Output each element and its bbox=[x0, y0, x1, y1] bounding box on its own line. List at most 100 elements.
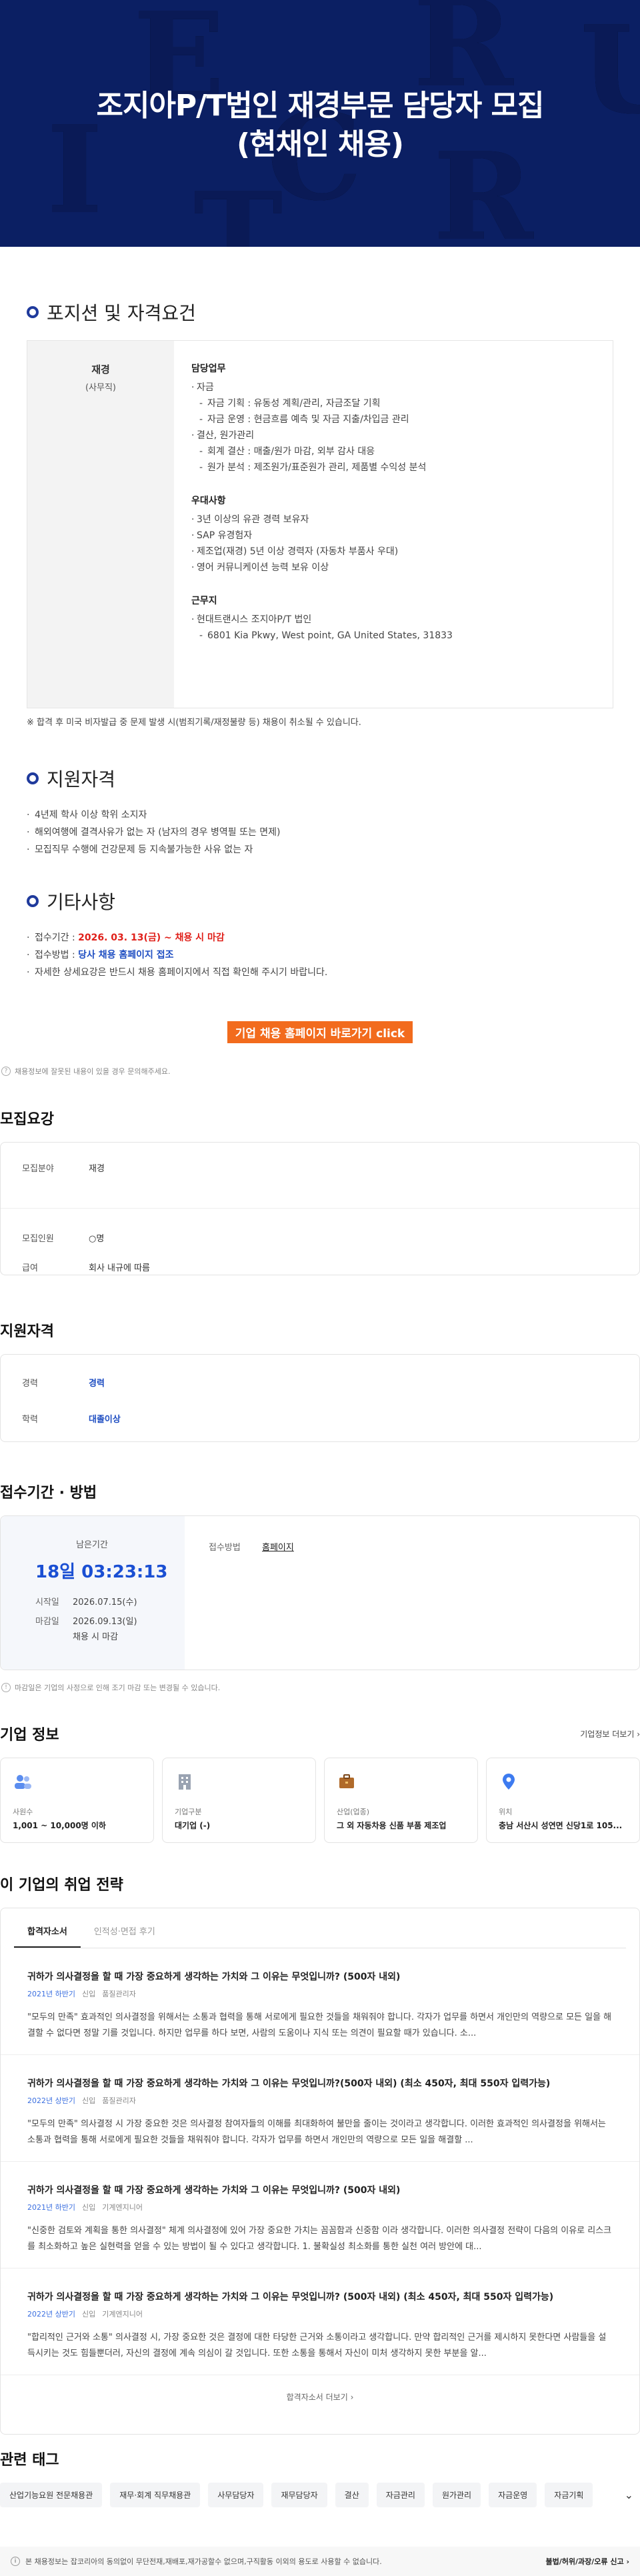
list-item: 현대트랜시스 조지아P/T 법인 bbox=[191, 612, 595, 628]
essay-type: 신입 bbox=[81, 2203, 96, 2212]
list-item: SAP 유경험자 bbox=[191, 528, 595, 544]
essay-answer: "모두의 만족" 효과적인 의사결정을 위해서는 소통과 협력을 통해 서로에게… bbox=[27, 2012, 612, 2038]
list-item: 결산, 원가관리 bbox=[191, 428, 595, 444]
summary-row: 모집분야 재경 bbox=[1, 1161, 639, 1195]
remain-time: 18일 03:23:13 bbox=[35, 1562, 168, 1582]
tag-chip[interactable]: 결산 bbox=[335, 2483, 369, 2507]
essay-field: 기계엔지니어 bbox=[102, 2203, 143, 2212]
position-heading: 포지션 및 자격요건 bbox=[27, 299, 613, 326]
building-icon bbox=[179, 1774, 191, 1790]
briefcase-icon bbox=[339, 1774, 354, 1788]
qualification-heading: 지원자격 bbox=[27, 765, 613, 792]
other-heading: 기타사항 bbox=[27, 888, 613, 914]
essay-item[interactable]: 귀하가 의사결정을 할 때 가장 중요하게 생각하는 가치와 그 이유는 무엇입… bbox=[1, 2269, 639, 2375]
position-group: 담당업무자금자금 기획 : 유동성 계획/관리, 자금조달 기획자금 운영 : … bbox=[191, 361, 595, 476]
company-card: 위치 충남 서산시 성연면 신당1로 105... bbox=[486, 1758, 640, 1843]
requirement-title: 지원자격 bbox=[0, 1323, 54, 1340]
row-value: ○명 bbox=[89, 1234, 105, 1244]
essay-item[interactable]: 귀하가 의사결정을 할 때 가장 중요하게 생각하는 가치와 그 이유는 무엇입… bbox=[1, 2055, 639, 2162]
list-item: 회계 결산 : 매출/원가 마감, 외부 감사 대응 bbox=[191, 444, 595, 460]
qualification-list: 4년제 학사 이상 학위 소지자 해외여행에 결격사유가 없는 자 (남자의 경… bbox=[27, 806, 613, 858]
tag-chip[interactable]: 재무담당자 bbox=[271, 2483, 327, 2507]
position-details: 담당업무자금자금 기획 : 유동성 계획/관리, 자금조달 기획자금 운영 : … bbox=[174, 341, 613, 708]
tag-chip[interactable]: 원가관리 bbox=[432, 2483, 481, 2507]
card-key: 기업구분 bbox=[175, 1808, 202, 1816]
start-label: 시작일 bbox=[35, 1597, 59, 1607]
tags-section: 관련 태그 산업기능요원 전문채용관 재무·회계 직무채용관 사무담당자 재무담당자 결… bbox=[0, 2448, 640, 2507]
company-title: 기업 정보 bbox=[0, 1727, 59, 1744]
method-homepage-link[interactable]: 홈페이지 bbox=[262, 1540, 294, 1646]
section-title: 기타사항 bbox=[47, 891, 116, 913]
list-item: 접수방법 : 당사 채용 홈페이지 접조 bbox=[27, 946, 613, 964]
essay-type: 신입 bbox=[81, 1990, 96, 1998]
section-title: 포지션 및 자격요건 bbox=[47, 302, 196, 324]
info-icon: i bbox=[11, 2557, 20, 2566]
footer-bar: i 본 채용정보는 잡코리아의 동의없이 무단전재,재배포,재가공할수 없으며,… bbox=[0, 2547, 640, 2576]
essay-more-link[interactable]: 합격자소서 더보기 › bbox=[1, 2375, 639, 2419]
strategy-title: 이 기업의 취업 전략 bbox=[0, 1877, 123, 1894]
info-icon: ! bbox=[1, 1683, 11, 1692]
report-label: 불법/허위/과장/오류 신고 bbox=[545, 2557, 624, 2566]
chevron-down-icon[interactable]: ⌄ bbox=[625, 2489, 640, 2501]
card-key: 산업(업종) bbox=[337, 1808, 370, 1816]
pin-icon bbox=[503, 1774, 515, 1790]
card-key: 위치 bbox=[499, 1808, 513, 1816]
remain-label: 남은기간 bbox=[76, 1540, 108, 1550]
report-link[interactable]: 불법/허위/과장/오류 신고 › bbox=[546, 2556, 629, 2567]
row-value: 회사 내규에 따름 bbox=[89, 1263, 150, 1273]
tag-chip[interactable]: 사무담당자 bbox=[208, 2483, 264, 2507]
deadline-label: 접수기간 : bbox=[35, 932, 79, 943]
list-item: 4년제 학사 이상 학위 소지자 bbox=[27, 806, 613, 824]
list-item: 영어 커뮤니케이션 능력 보유 이상 bbox=[191, 560, 595, 576]
tag-chip[interactable]: 재무·회계 직무채용관 bbox=[110, 2483, 201, 2507]
essay-year: 2021년 하반기 bbox=[27, 1990, 75, 1998]
report-link[interactable]: 채용정보에 잘못된 내용이 있을 경우 문의해주세요. bbox=[15, 1066, 171, 1077]
requirement-section: 지원자격 경력 경력 학력 대졸이상 bbox=[0, 1319, 640, 1442]
essay-answer: "신중한 검토와 계획을 통한 의사결정" 체계 의사결정에 있어 가장 중요한… bbox=[27, 2226, 612, 2252]
group-title: 담당업무 bbox=[191, 364, 226, 374]
essay-item[interactable]: 귀하가 의사결정을 할 때 가장 중요하게 생각하는 가치와 그 이유는 무엇입… bbox=[1, 1948, 639, 2055]
essay-item[interactable]: 귀하가 의사결정을 할 때 가장 중요하게 생각하는 가치와 그 이유는 무엇입… bbox=[1, 2162, 639, 2269]
essay-meta: 2022년 상반기 신입 기계엔지니어 bbox=[27, 2309, 613, 2319]
other-list: 접수기간 : 2026. 03. 13(금) ~ 채용 시 마감 접수방법 : … bbox=[27, 929, 613, 981]
essay-field: 기계엔지니어 bbox=[102, 2310, 143, 2319]
tag-chip[interactable]: 자금관리 bbox=[376, 2483, 425, 2507]
essay-field: 품질관리자 bbox=[102, 1990, 136, 1998]
company-card: 사원수 1,001 ~ 10,000명 이하 bbox=[0, 1758, 154, 1843]
row-key: 경력 bbox=[22, 1379, 38, 1389]
bullet-circle-icon bbox=[27, 895, 39, 907]
role-sub: (사무직) bbox=[85, 383, 117, 393]
row-key: 모집분야 bbox=[22, 1164, 54, 1174]
essay-question: 귀하가 의사결정을 할 때 가장 중요하게 생각하는 가치와 그 이유는 무엇입… bbox=[27, 2292, 554, 2303]
deadline-value: 2026. 03. 13(금) ~ 채용 시 마감 bbox=[78, 932, 225, 943]
tags-title: 관련 태그 bbox=[0, 2452, 59, 2469]
tag-chip[interactable]: 산업기능요원 전문채용관 bbox=[0, 2483, 103, 2507]
essay-year: 2022년 상반기 bbox=[27, 2310, 75, 2319]
tag-chip[interactable]: 자금기획 bbox=[545, 2483, 593, 2507]
bullet-circle-icon bbox=[27, 772, 39, 784]
start-date: 2026.07.15(수) bbox=[73, 1597, 137, 1607]
tag-chip[interactable]: 자금운영 bbox=[489, 2483, 537, 2507]
hero-letter: T bbox=[193, 167, 283, 247]
company-homepage-button[interactable]: 기업 채용 홈페이지 바로가기 click bbox=[227, 1021, 413, 1043]
essay-question: 귀하가 의사결정을 할 때 가장 중요하게 생각하는 가치와 그 이유는 무엇입… bbox=[27, 2078, 551, 2089]
card-value: 1,001 ~ 10,000명 이하 bbox=[13, 1821, 106, 1830]
company-card: 기업구분 대기업 (-) bbox=[162, 1758, 316, 1843]
essay-answer: "합리적인 근거와 소통" 의사결정 시, 가장 중요한 것은 결정에 대한 타… bbox=[27, 2333, 607, 2359]
essay-field: 품질관리자 bbox=[102, 2096, 136, 2105]
end-date: 2026.09.13(일) bbox=[73, 1617, 137, 1627]
company-more-link[interactable]: 기업정보 더보기 › bbox=[580, 1728, 640, 1740]
list-item: 제조업(재경) 5년 이상 경력자 (자동차 부품사 우대) bbox=[191, 544, 595, 560]
tab-essay[interactable]: 합격자소서 bbox=[14, 1915, 81, 1948]
requirement-row: 학력 대졸이상 bbox=[1, 1412, 639, 1425]
requirement-row: 경력 경력 bbox=[1, 1376, 639, 1412]
apply-title: 접수기간 · 방법 bbox=[0, 1485, 97, 1501]
list-item: 자금 bbox=[191, 380, 595, 396]
essay-meta: 2021년 하반기 신입 기계엔지니어 bbox=[27, 2202, 613, 2212]
list-item: 자세한 상세요강은 반드시 채용 홈페이지에서 직접 확인해 주시기 바랍니다. bbox=[27, 964, 613, 981]
essay-year: 2021년 하반기 bbox=[27, 2203, 75, 2212]
card-value: 대기업 (-) bbox=[175, 1821, 211, 1830]
tab-interview[interactable]: 인적성·면접 후기 bbox=[81, 1915, 169, 1948]
apply-section: 접수기간 · 방법 남은기간 18일 03:23:13 시작일 2026.07.1… bbox=[0, 1481, 640, 1693]
list-item: 자금 운영 : 현금흐름 예측 및 자금 지출/차입금 관리 bbox=[191, 412, 595, 428]
